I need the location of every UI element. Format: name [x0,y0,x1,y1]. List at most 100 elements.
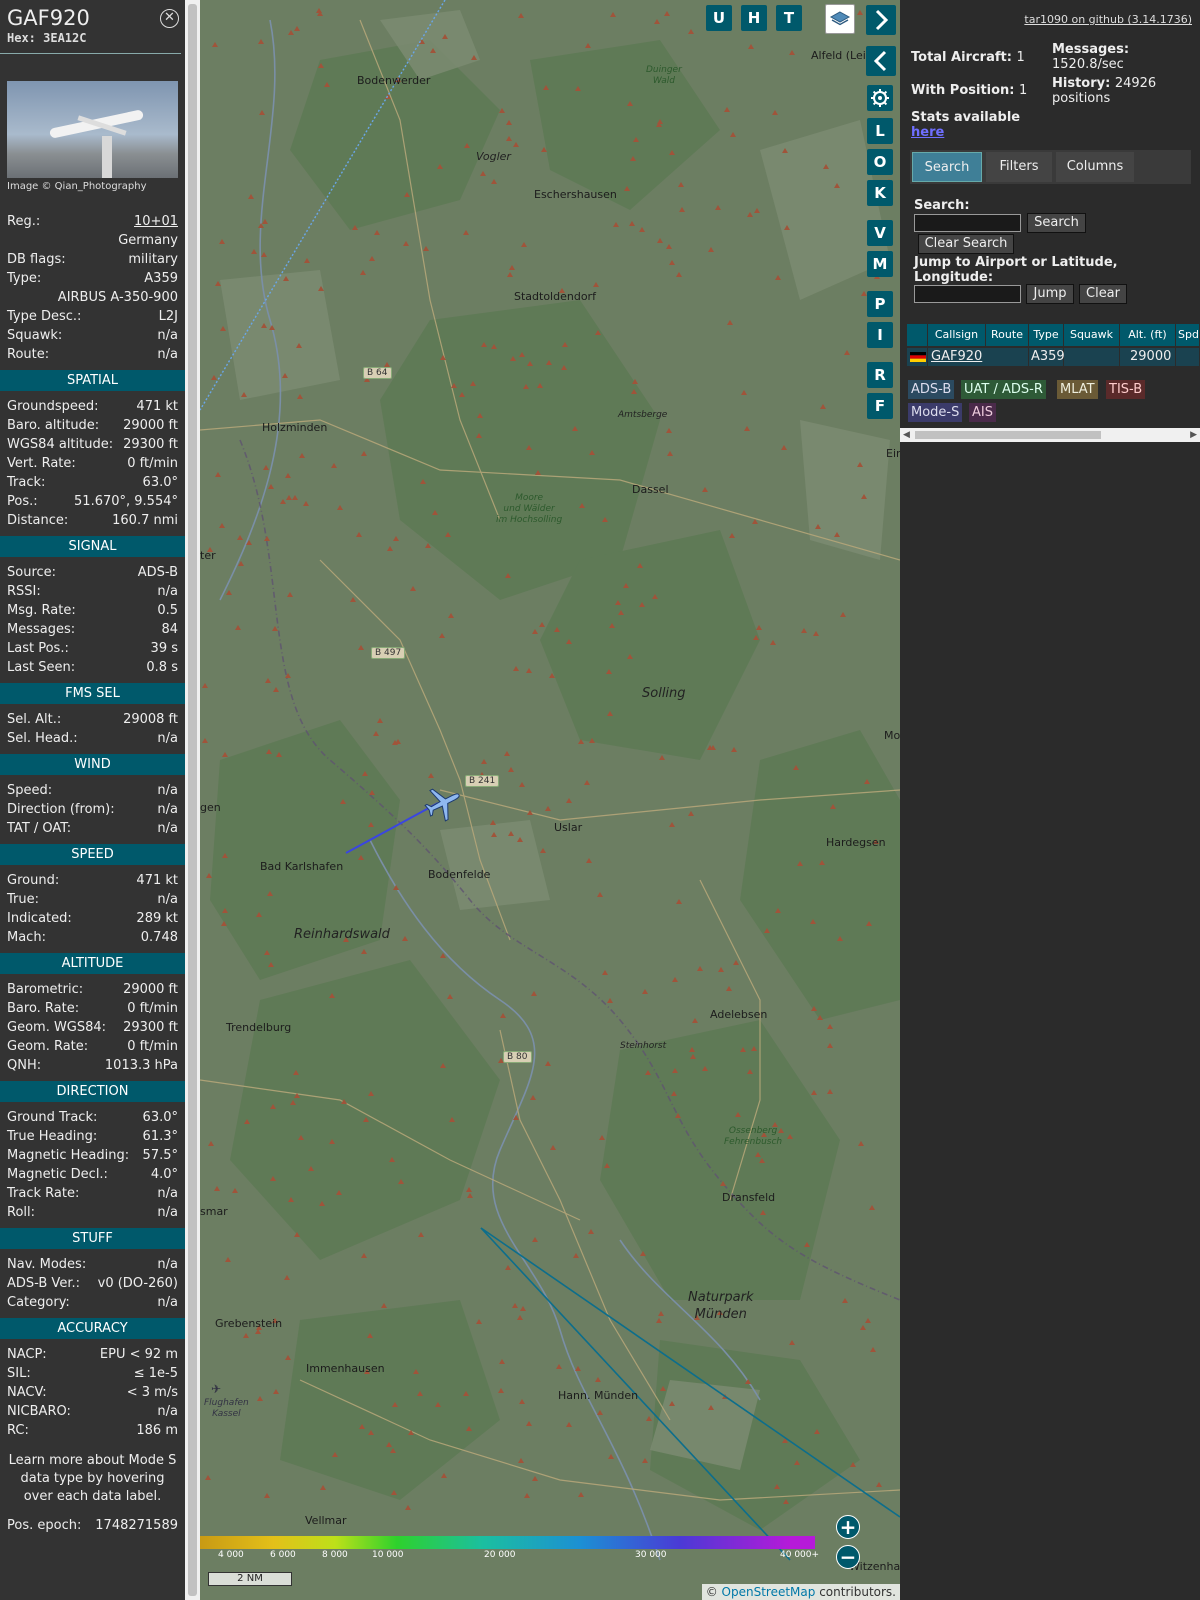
minus-icon: − [839,1545,857,1569]
info-header: GAF920 Hex: 3EA12C [0,0,181,54]
info-row-label: Geom. Rate: [7,1039,89,1054]
info-row: Distance: 160.7 nmi [7,511,178,530]
info-row-label: RSSI: [7,584,41,599]
info-row: Magnetic Heading: 57.5° [7,1146,178,1165]
cell-callsign[interactable]: GAF920 [928,348,1029,366]
col-header-altitude[interactable]: Alt. (ft) [1120,324,1176,346]
map-button-i[interactable]: I [867,322,893,348]
info-row-value[interactable]: 10+01 [134,212,178,231]
source-tag-ais[interactable]: AIS [969,403,996,422]
info-panel-scrollbar[interactable] [185,0,200,1600]
attribution-prefix: © [705,1585,718,1599]
info-row-value: ADS-B [137,565,178,580]
pos-epoch-row: Pos. epoch: 1748271589 [7,1516,178,1535]
town-label: Holzminden [262,421,328,434]
col-header-type[interactable]: Type [1029,324,1064,346]
info-row-value: 29000 ft [123,418,178,433]
source-tag-uat[interactable]: UAT / ADS-R [961,380,1046,399]
aircraft-marker-icon[interactable] [422,782,464,824]
collapse-sidebar-button[interactable] [866,5,896,35]
settings-button[interactable] [867,85,893,111]
tab-filters[interactable]: Filters [986,152,1052,182]
source-tag-mlat[interactable]: MLAT [1057,380,1098,399]
tab-search[interactable]: Search [912,152,982,182]
town-label: Stadtoldendorf [514,290,596,303]
map-button-k[interactable]: K [867,180,893,206]
table-horizontal-scrollbar[interactable]: ◀ ▶ [900,428,1200,442]
info-row-label: Messages: [7,622,76,637]
map-button-m[interactable]: M [867,251,893,277]
town-label: Eschershausen [534,188,617,201]
scrollbar-thumb[interactable] [188,4,197,1596]
prev-aircraft-button[interactable] [866,46,896,76]
info-row: Mach: 0.748 [7,928,178,947]
info-row-value: 1013.3 hPa [104,1058,178,1073]
map-button-p[interactable]: P [867,291,893,317]
info-row-label: Magnetic Decl.: [7,1167,108,1182]
tab-columns[interactable]: Columns [1056,152,1134,182]
map-button-r[interactable]: R [867,362,893,388]
layers-button[interactable] [825,4,855,34]
scroll-left-icon[interactable]: ◀ [903,428,910,442]
col-header-squawk[interactable]: Squawk [1064,324,1120,346]
map-button-v[interactable]: V [867,220,893,246]
source-tag-modes[interactable]: Mode-S [908,403,963,422]
map-button-o[interactable]: O [867,149,893,175]
info-row-label: SIL: [7,1366,31,1381]
altitude-tick: 6 000 [270,1550,296,1560]
clear-search-button[interactable]: Clear Search [918,234,1014,254]
clear-jump-button[interactable]: Clear [1079,284,1127,304]
scroll-right-icon[interactable]: ▶ [1190,428,1197,442]
col-header-flag[interactable] [907,324,928,346]
search-input[interactable] [914,214,1021,232]
jump-input[interactable] [914,285,1021,303]
table-row[interactable]: GAF920 A359 29000 [907,346,1200,368]
source-tag-tisb[interactable]: TIS-B [1106,380,1146,399]
github-link[interactable]: tar1090 on github (3.14.1736) [1024,13,1192,26]
info-row-value: 4.0° [150,1167,178,1182]
col-header-callsign[interactable]: Callsign [928,324,986,346]
info-row: TAT / OAT: n/a [7,819,178,838]
map-button-t[interactable]: T [776,5,802,31]
scrollbar-thumb[interactable] [915,431,1101,439]
zoom-out-button[interactable]: − [836,1545,860,1569]
osm-link[interactable]: OpenStreetMap [722,1585,816,1599]
info-row-label: Roll: [7,1205,36,1220]
info-row: Category: n/a [7,1293,178,1312]
table-header: Callsign Route Type Squawk Alt. (ft) Spd… [907,324,1200,346]
col-header-speed[interactable]: Spd. [1176,324,1200,346]
region-label: Reinhardswald [294,927,390,942]
info-row-value: 471 kt [136,873,178,888]
map-button-h[interactable]: H [741,5,767,31]
road-shield: B 80 [503,1051,532,1063]
section-header: ALTITUDE [0,953,185,974]
jump-button[interactable]: Jump [1026,284,1074,304]
col-header-route[interactable]: Route [986,324,1029,346]
aircraft-photo[interactable] [7,81,178,178]
map-button-f[interactable]: F [867,393,893,419]
history-label: History: [1052,76,1111,91]
info-row-value: 160.7 nmi [112,513,178,528]
info-row-value: 63.0° [142,475,178,490]
layers-icon [829,11,851,26]
source-tag-adsb[interactable]: ADS-B [908,380,955,399]
road-shield: B 241 [465,775,500,787]
close-icon: ✕ [164,10,175,25]
info-row-value: 51.670°, 9.554° [74,494,178,509]
info-row-label: NICBARO: [7,1404,71,1419]
info-row: Source: ADS-B [7,563,178,582]
stats-link[interactable]: here [911,125,1020,140]
map-button-u[interactable]: U [706,5,732,31]
map-button-l[interactable]: L [867,118,893,144]
info-row: Baro. altitude: 29000 ft [7,416,178,435]
map-view[interactable]: Bodenwerder Eschershausen Stadtoldendorf… [200,0,900,1600]
close-info-button[interactable]: ✕ [160,9,179,28]
info-row: Magnetic Decl.: 4.0° [7,1165,178,1184]
zoom-in-button[interactable]: + [836,1515,860,1539]
search-button[interactable]: Search [1027,213,1086,233]
info-row-value: 0.748 [140,930,178,945]
info-row-label: Geom. WGS84: [7,1020,107,1035]
with-position-label: With Position: [911,83,1015,98]
town-label: smar [200,1205,228,1218]
info-row-label: Direction (from): [7,802,115,817]
